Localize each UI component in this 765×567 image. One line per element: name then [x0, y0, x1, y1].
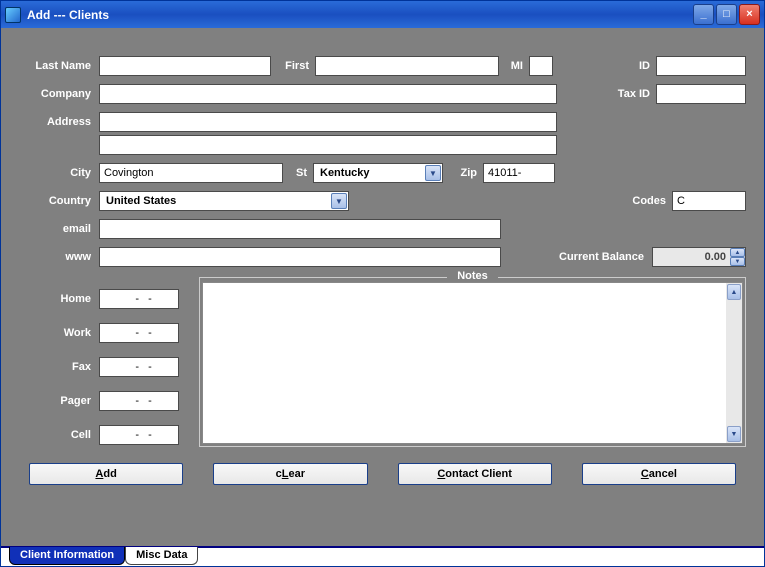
spinner-up-icon[interactable]: ▲: [730, 248, 745, 257]
current-balance-spinner[interactable]: 0.00 ▲ ▼: [652, 247, 746, 267]
minimize-button[interactable]: _: [693, 4, 714, 25]
company-input[interactable]: [99, 84, 557, 104]
id-input[interactable]: [656, 56, 746, 76]
state-value: Kentucky: [318, 167, 425, 179]
notes-group: Notes ▲ ▼: [199, 277, 746, 447]
cancel-button[interactable]: Cancel: [582, 463, 736, 485]
work-label: Work: [19, 327, 99, 339]
titlebar: Add --- Clients _ □ ×: [1, 1, 764, 28]
current-balance-label: Current Balance: [559, 251, 652, 263]
country-select[interactable]: United States ▼: [99, 191, 349, 211]
home-label: Home: [19, 293, 99, 305]
cell-label: Cell: [19, 429, 99, 441]
clear-button[interactable]: cLear: [213, 463, 367, 485]
notes-legend: Notes: [447, 270, 498, 282]
minimize-icon: _: [700, 9, 706, 20]
tax-id-label: Tax ID: [608, 88, 656, 100]
maximize-button[interactable]: □: [716, 4, 737, 25]
codes-label: Codes: [624, 195, 672, 207]
mi-input[interactable]: [529, 56, 553, 76]
close-icon: ×: [746, 9, 752, 20]
state-select[interactable]: Kentucky ▼: [313, 163, 443, 183]
scroll-down-icon[interactable]: ▼: [727, 426, 741, 442]
last-name-input[interactable]: [99, 56, 271, 76]
codes-input[interactable]: [672, 191, 746, 211]
maximize-icon: □: [723, 9, 730, 20]
pager-label: Pager: [19, 395, 99, 407]
fax-phone-input[interactable]: [99, 357, 179, 377]
work-phone-input[interactable]: [99, 323, 179, 343]
pager-phone-input[interactable]: [99, 391, 179, 411]
address-label: Address: [19, 116, 99, 128]
chevron-down-icon: ▼: [425, 165, 441, 181]
window-title: Add --- Clients: [27, 8, 693, 22]
last-name-label: Last Name: [19, 60, 99, 72]
www-label: www: [19, 251, 99, 263]
first-label: First: [271, 60, 315, 72]
city-label: City: [19, 167, 99, 179]
id-label: ID: [608, 60, 656, 72]
mi-label: MI: [499, 60, 529, 72]
notes-scrollbar[interactable]: ▲ ▼: [726, 283, 742, 443]
current-balance-value: 0.00: [653, 251, 730, 263]
address2-input[interactable]: [99, 135, 557, 155]
app-icon: [5, 7, 21, 23]
contact-client-button[interactable]: Contact Client: [398, 463, 552, 485]
scroll-up-icon[interactable]: ▲: [727, 284, 741, 300]
chevron-down-icon: ▼: [331, 193, 347, 209]
email-label: email: [19, 223, 99, 235]
city-input[interactable]: [99, 163, 283, 183]
tab-misc-data[interactable]: Misc Data: [125, 547, 198, 565]
zip-label: Zip: [443, 167, 483, 179]
close-button[interactable]: ×: [739, 4, 760, 25]
spinner-down-icon[interactable]: ▼: [730, 257, 745, 266]
home-phone-input[interactable]: [99, 289, 179, 309]
add-button[interactable]: Add: [29, 463, 183, 485]
country-label: Country: [19, 195, 99, 207]
tax-id-input[interactable]: [656, 84, 746, 104]
notes-textarea[interactable]: ▲ ▼: [202, 282, 743, 444]
zip-input[interactable]: [483, 163, 555, 183]
email-input[interactable]: [99, 219, 501, 239]
tabstrip: Client Information Misc Data: [1, 546, 764, 566]
state-label: St: [283, 167, 313, 179]
first-input[interactable]: [315, 56, 499, 76]
www-input[interactable]: [99, 247, 501, 267]
address1-input[interactable]: [99, 112, 557, 132]
company-label: Company: [19, 88, 99, 100]
fax-label: Fax: [19, 361, 99, 373]
cell-phone-input[interactable]: [99, 425, 179, 445]
tab-client-information[interactable]: Client Information: [9, 547, 125, 565]
country-value: United States: [104, 195, 331, 207]
